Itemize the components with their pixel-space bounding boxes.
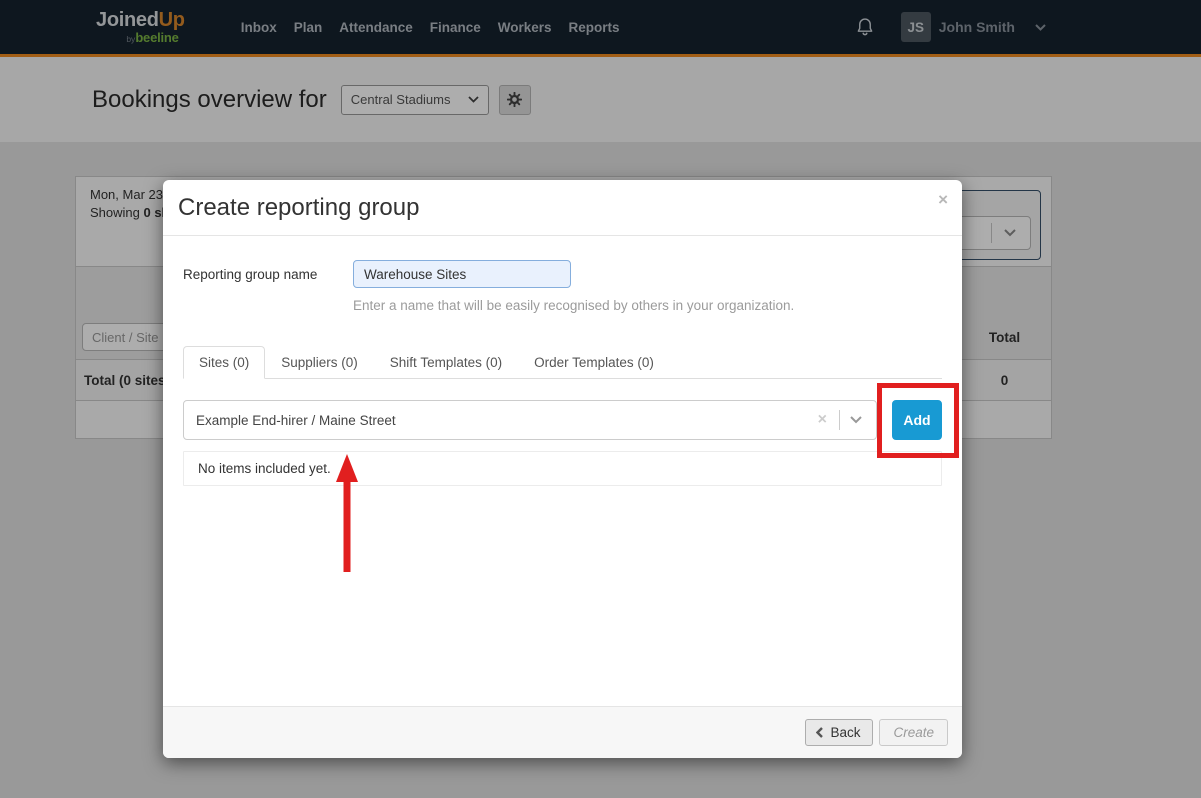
create-reporting-group-modal: Create reporting group × Reporting group… [163, 180, 962, 758]
site-picker-value: Example End-hirer / Maine Street [196, 412, 396, 428]
modal-footer: Back Create [163, 706, 962, 758]
modal-close-icon[interactable]: × [938, 191, 948, 208]
create-button[interactable]: Create [879, 719, 948, 746]
modal-title: Create reporting group [178, 194, 420, 221]
reporting-group-name-label: Reporting group name [183, 266, 318, 282]
chevron-left-icon [816, 727, 824, 738]
empty-state-row: No items included yet. [183, 451, 942, 486]
site-picker-divider [839, 410, 840, 430]
modal-header: Create reporting group × [163, 180, 962, 236]
tab-shift-templates[interactable]: Shift Templates (0) [374, 346, 518, 379]
name-helper-text: Enter a name that will be easily recogni… [353, 298, 795, 313]
add-button[interactable]: Add [892, 400, 942, 440]
site-picker-combobox[interactable]: Example End-hirer / Maine Street × [183, 400, 877, 440]
page: JoinedUp bybeeline Inbox Plan Attendance… [0, 0, 1201, 798]
back-button[interactable]: Back [805, 719, 874, 746]
tab-suppliers[interactable]: Suppliers (0) [265, 346, 374, 379]
back-button-label: Back [830, 725, 861, 740]
modal-tabs: Sites (0) Suppliers (0) Shift Templates … [183, 346, 942, 379]
tab-sites[interactable]: Sites (0) [183, 346, 266, 379]
modal-body: Reporting group name Enter a name that w… [163, 236, 962, 706]
site-picker-row: Example End-hirer / Maine Street × Add [183, 400, 942, 440]
reporting-group-name-row: Reporting group name [183, 260, 942, 288]
site-picker-chevron-down-icon[interactable] [850, 416, 864, 424]
site-picker-clear-icon[interactable]: × [814, 411, 831, 429]
tab-order-templates[interactable]: Order Templates (0) [518, 346, 670, 379]
reporting-group-name-input[interactable] [353, 260, 571, 288]
